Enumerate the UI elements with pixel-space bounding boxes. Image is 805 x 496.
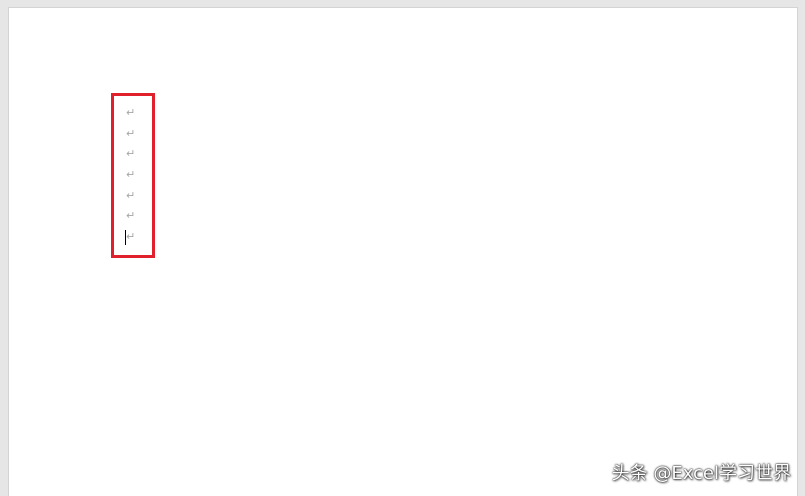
paragraph-mark[interactable]: ↵: [126, 103, 135, 124]
paragraph-mark[interactable]: ↵: [126, 144, 135, 165]
paragraph-mark[interactable]: ↵: [126, 186, 135, 207]
empty-paragraph-list: ↵ ↵ ↵ ↵ ↵ ↵ ↵: [125, 103, 136, 248]
paragraph-mark[interactable]: ↵: [126, 206, 135, 227]
text-cursor: [125, 230, 126, 246]
paragraph-mark[interactable]: ↵: [126, 124, 135, 145]
watermark-text: 头条 @Excel学习世界: [611, 463, 791, 484]
document-page[interactable]: ↵ ↵ ↵ ↵ ↵ ↵ ↵: [8, 7, 798, 496]
paragraph-mark-with-cursor[interactable]: ↵: [125, 227, 136, 248]
paragraph-mark[interactable]: ↵: [126, 165, 135, 186]
paragraph-mark-glyph: ↵: [126, 230, 136, 244]
